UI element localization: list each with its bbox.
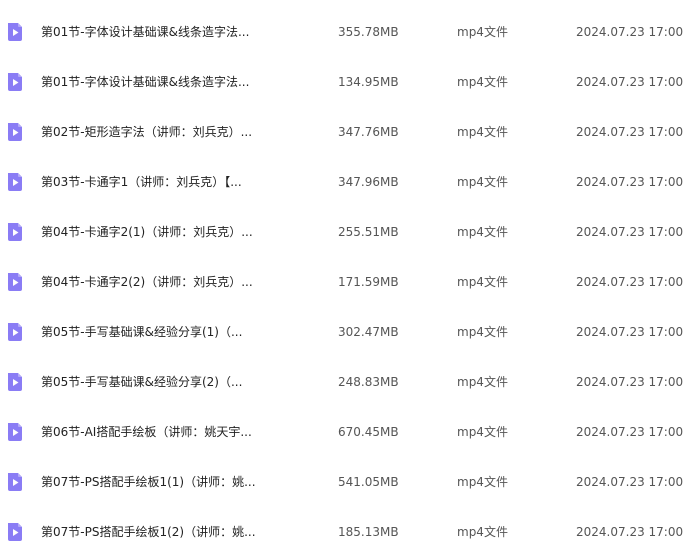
file-row[interactable]: 第05节-手写基础课&经验分享(2)（... 248.83MB mp4文件 20… — [0, 357, 694, 407]
file-row[interactable]: 第07节-PS搭配手绘板1(1)（讲师：姚... 541.05MB mp4文件 … — [0, 457, 694, 507]
file-type: mp4文件 — [457, 225, 508, 239]
file-date: 2024.07.23 17:00 — [576, 325, 684, 339]
file-size: 185.13MB — [338, 525, 399, 539]
file-size: 255.51MB — [338, 225, 399, 239]
file-name: 第06节-AI搭配手绘板（讲师：姚天宇... — [41, 425, 252, 439]
video-file-icon — [5, 372, 25, 392]
file-row[interactable]: 第02节-矩形造字法（讲师：刘兵克）... 347.76MB mp4文件 202… — [0, 107, 694, 157]
file-row[interactable]: 第01节-字体设计基础课&线条造字法... 355.78MB mp4文件 202… — [0, 7, 694, 57]
file-date: 2024.07.23 17:00 — [576, 125, 684, 139]
video-file-icon — [5, 522, 25, 542]
file-date: 2024.07.23 17:00 — [576, 25, 684, 39]
file-type: mp4文件 — [457, 125, 508, 139]
file-date: 2024.07.23 17:00 — [576, 375, 684, 389]
file-size: 347.96MB — [338, 175, 399, 189]
video-file-icon — [5, 222, 25, 242]
video-file-icon — [5, 272, 25, 292]
file-date: 2024.07.23 17:00 — [576, 425, 684, 439]
file-name: 第07节-PS搭配手绘板1(1)（讲师：姚... — [41, 475, 256, 489]
file-type: mp4文件 — [457, 275, 508, 289]
file-type: mp4文件 — [457, 325, 508, 339]
file-row[interactable]: 第01节-字体设计基础课&线条造字法... 134.95MB mp4文件 202… — [0, 57, 694, 107]
video-file-icon — [5, 22, 25, 42]
file-name: 第04节-卡通字2(2)（讲师：刘兵克）... — [41, 275, 253, 289]
file-size: 347.76MB — [338, 125, 399, 139]
file-row[interactable]: 第05节-手写基础课&经验分享(1)（... 302.47MB mp4文件 20… — [0, 307, 694, 357]
file-name: 第02节-矩形造字法（讲师：刘兵克）... — [41, 125, 253, 139]
video-file-icon — [5, 322, 25, 342]
file-date: 2024.07.23 17:00 — [576, 275, 684, 289]
file-row[interactable]: 第03节-卡通字1（讲师：刘兵克）【... 347.96MB mp4文件 202… — [0, 157, 694, 207]
file-size: 541.05MB — [338, 475, 399, 489]
file-name: 第03节-卡通字1（讲师：刘兵克）【... — [41, 175, 242, 189]
file-size: 670.45MB — [338, 425, 399, 439]
file-name: 第01节-字体设计基础课&线条造字法... — [41, 75, 250, 89]
file-name: 第05节-手写基础课&经验分享(1)（... — [41, 325, 243, 339]
file-size: 134.95MB — [338, 75, 399, 89]
file-date: 2024.07.23 17:00 — [576, 175, 684, 189]
file-type: mp4文件 — [457, 425, 508, 439]
file-date: 2024.07.23 17:00 — [576, 525, 684, 539]
file-date: 2024.07.23 17:00 — [576, 75, 684, 89]
file-size: 355.78MB — [338, 25, 399, 39]
video-file-icon — [5, 472, 25, 492]
video-file-icon — [5, 72, 25, 92]
file-date: 2024.07.23 17:00 — [576, 475, 684, 489]
file-size: 248.83MB — [338, 375, 399, 389]
file-list: 第01节-字体设计基础课&线条造字法... 355.78MB mp4文件 202… — [0, 7, 694, 557]
file-size: 171.59MB — [338, 275, 399, 289]
file-date: 2024.07.23 17:00 — [576, 225, 684, 239]
video-file-icon — [5, 122, 25, 142]
file-type: mp4文件 — [457, 525, 508, 539]
file-type: mp4文件 — [457, 25, 508, 39]
file-type: mp4文件 — [457, 75, 508, 89]
video-file-icon — [5, 422, 25, 442]
file-name: 第01节-字体设计基础课&线条造字法... — [41, 25, 250, 39]
video-file-icon — [5, 172, 25, 192]
file-row[interactable]: 第04节-卡通字2(2)（讲师：刘兵克）... 171.59MB mp4文件 2… — [0, 257, 694, 307]
file-type: mp4文件 — [457, 175, 508, 189]
file-type: mp4文件 — [457, 375, 508, 389]
file-row[interactable]: 第07节-PS搭配手绘板1(2)（讲师：姚... 185.13MB mp4文件 … — [0, 507, 694, 557]
file-type: mp4文件 — [457, 475, 508, 489]
file-row[interactable]: 第06节-AI搭配手绘板（讲师：姚天宇... 670.45MB mp4文件 20… — [0, 407, 694, 457]
file-name: 第07节-PS搭配手绘板1(2)（讲师：姚... — [41, 525, 256, 539]
file-name: 第04节-卡通字2(1)（讲师：刘兵克）... — [41, 225, 253, 239]
file-row[interactable]: 第04节-卡通字2(1)（讲师：刘兵克）... 255.51MB mp4文件 2… — [0, 207, 694, 257]
file-name: 第05节-手写基础课&经验分享(2)（... — [41, 375, 243, 389]
file-size: 302.47MB — [338, 325, 399, 339]
